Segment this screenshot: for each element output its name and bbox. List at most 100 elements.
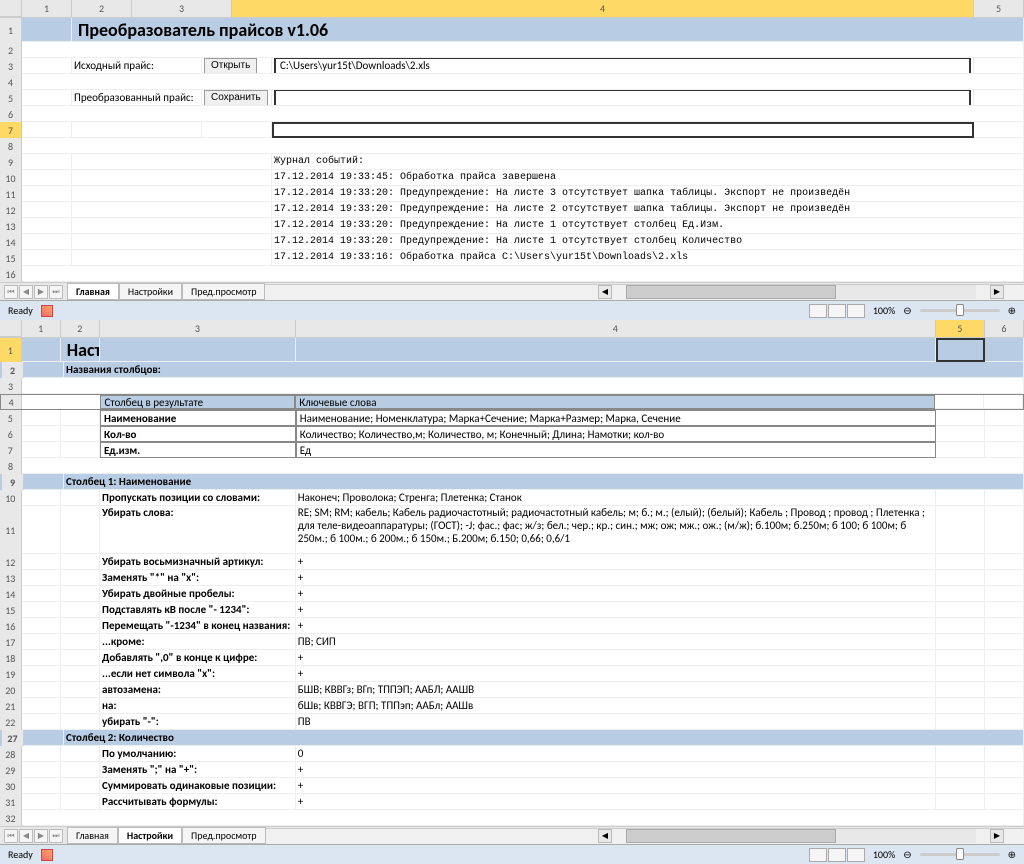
view-page-break-icon[interactable] bbox=[847, 304, 865, 318]
tab-last-icon[interactable]: ⏭ bbox=[49, 285, 63, 299]
view-normal-icon[interactable] bbox=[809, 304, 827, 318]
setting-value[interactable]: ПВ; СИП bbox=[296, 634, 936, 650]
setting-value[interactable]: + bbox=[296, 666, 936, 682]
section-col2: Столбец 2: Количество bbox=[64, 730, 1024, 746]
setting-value[interactable]: БШВ; КВВГз; ВГп; ТППЭП; ААБЛ; ААШВ bbox=[296, 682, 936, 698]
tab-prev-icon[interactable]: ◀ bbox=[19, 829, 33, 843]
app-title: Преобразователь прайсов v1.06 bbox=[74, 19, 328, 41]
table-row[interactable]: Наименование bbox=[100, 410, 296, 426]
h-scrollbar-bottom[interactable]: ◀ ▶ bbox=[266, 828, 1024, 844]
setting-label: Заменять "*" на "х": bbox=[100, 570, 296, 586]
view-page-layout-icon[interactable] bbox=[828, 848, 846, 862]
open-button[interactable]: Открыть bbox=[204, 58, 257, 74]
setting-value[interactable]: + bbox=[296, 570, 936, 586]
setting-value[interactable]: RE; SM; RM; кабель; Кабель радиочастотны… bbox=[296, 506, 936, 554]
row-header-6[interactable]: 6 bbox=[0, 106, 22, 122]
log-line: 17.12.2014 19:33:20: Предупреждение: На … bbox=[272, 234, 1024, 250]
setting-value[interactable]: + bbox=[296, 650, 936, 666]
view-page-break-icon[interactable] bbox=[847, 848, 865, 862]
table-row[interactable]: Кол-во bbox=[100, 426, 296, 442]
col-header-3[interactable]: 3 bbox=[132, 0, 232, 17]
zoom-out-icon[interactable]: ⊖ bbox=[903, 304, 911, 317]
row-header-1[interactable]: 1 bbox=[0, 18, 22, 42]
tab-next-icon[interactable]: ▶ bbox=[34, 829, 48, 843]
row-header-3[interactable]: 3 bbox=[0, 58, 22, 74]
zoom-in-icon[interactable]: ⊕ bbox=[1008, 304, 1016, 317]
col-header[interactable]: 4 bbox=[296, 320, 936, 337]
setting-value[interactable]: Наконеч; Проволока; Стренга; Плетенка; С… bbox=[296, 490, 936, 506]
tab-last-icon[interactable]: ⏭ bbox=[49, 829, 63, 843]
scroll-left-icon[interactable]: ◀ bbox=[598, 285, 612, 299]
column-headers-bottom: 1 2 3 4 5 6 bbox=[0, 320, 1024, 338]
row-header-8[interactable]: 8 bbox=[0, 138, 22, 154]
setting-value[interactable]: + bbox=[296, 586, 936, 602]
setting-value[interactable]: 0 bbox=[296, 746, 936, 762]
macro-record-icon[interactable] bbox=[41, 849, 53, 861]
col-header-2[interactable]: 2 bbox=[72, 0, 132, 17]
row-header-4[interactable]: 4 bbox=[0, 74, 22, 90]
col-header-4[interactable]: 4 bbox=[232, 0, 974, 17]
tab-first-icon[interactable]: ⏮ bbox=[4, 829, 18, 843]
log-line: 17.12.2014 19:33:20: Предупреждение: На … bbox=[272, 186, 1024, 202]
setting-value[interactable]: + bbox=[296, 794, 936, 810]
view-page-layout-icon[interactable] bbox=[828, 304, 846, 318]
scroll-thumb[interactable] bbox=[626, 829, 836, 843]
setting-value[interactable]: + bbox=[296, 602, 936, 618]
row-header-5[interactable]: 5 bbox=[0, 90, 22, 106]
col-header[interactable]: 5 bbox=[936, 320, 985, 337]
tab-main[interactable]: Главная bbox=[67, 827, 118, 844]
select-all-corner[interactable] bbox=[0, 0, 22, 17]
col-header[interactable]: 3 bbox=[100, 320, 296, 337]
tab-prev-icon[interactable]: ◀ bbox=[19, 285, 33, 299]
col-header[interactable]: 2 bbox=[61, 320, 100, 337]
zoom-slider[interactable] bbox=[920, 853, 1000, 856]
row-header-2[interactable]: 2 bbox=[0, 42, 22, 58]
setting-value[interactable]: ПВ bbox=[296, 714, 936, 730]
converted-path-input[interactable] bbox=[274, 90, 971, 106]
select-all-corner[interactable] bbox=[0, 320, 22, 337]
setting-label: Рассчитывать формулы: bbox=[100, 794, 296, 810]
setting-value[interactable]: + bbox=[296, 554, 936, 570]
source-path-input[interactable]: C:\Users\yur15t\Downloads\2.xls bbox=[274, 58, 971, 74]
col-header[interactable]: 1 bbox=[22, 320, 61, 337]
col-header[interactable]: 6 bbox=[985, 320, 1024, 337]
status-bar-top: Ready 100% ⊖ ⊕ bbox=[0, 300, 1024, 320]
setting-value[interactable]: + bbox=[296, 778, 936, 794]
row-header-7[interactable]: 7 bbox=[0, 122, 22, 138]
h-scrollbar-top[interactable]: ◀ ▶ bbox=[265, 284, 1024, 300]
tab-preview[interactable]: Пред.просмотр bbox=[182, 283, 265, 300]
macro-record-icon[interactable] bbox=[41, 305, 53, 317]
save-button[interactable]: Сохранить bbox=[204, 90, 268, 106]
setting-value[interactable]: бШв; КВВГЭ; ВГП; ТППэп; ААБл; ААШв bbox=[296, 698, 936, 714]
table-row[interactable]: Наименование; Номенклатура; Марка+Сечени… bbox=[296, 410, 936, 426]
zoom-in-icon[interactable]: ⊕ bbox=[1008, 848, 1016, 861]
scroll-left-icon[interactable]: ◀ bbox=[598, 829, 612, 843]
bottom-pane: 1 2 3 4 5 6 1 Настройки 2Названия столбц… bbox=[0, 320, 1024, 864]
zoom-slider[interactable] bbox=[920, 309, 1000, 312]
status-text: Ready bbox=[8, 304, 33, 317]
selected-cell-top[interactable] bbox=[272, 122, 974, 138]
tab-main[interactable]: Главная bbox=[67, 283, 119, 300]
table-row[interactable]: Количество; Количество,м; Количество, м;… bbox=[296, 426, 936, 442]
setting-label: ...если нет символа "х": bbox=[100, 666, 296, 682]
table-row[interactable]: Ед.изм. bbox=[100, 442, 296, 458]
view-normal-icon[interactable] bbox=[809, 848, 827, 862]
zoom-out-icon[interactable]: ⊖ bbox=[903, 848, 911, 861]
tab-first-icon[interactable]: ⏮ bbox=[4, 285, 18, 299]
scroll-right-icon[interactable]: ▶ bbox=[990, 829, 1004, 843]
table-row[interactable]: Ед bbox=[296, 442, 936, 458]
row-header-9[interactable]: 9 bbox=[0, 154, 22, 170]
setting-label: Суммировать одинаковые позиции: bbox=[100, 778, 296, 794]
tab-settings[interactable]: Настройки bbox=[118, 827, 182, 844]
setting-value[interactable]: + bbox=[296, 762, 936, 778]
scroll-right-icon[interactable]: ▶ bbox=[990, 285, 1004, 299]
tab-preview[interactable]: Пред.просмотр bbox=[182, 827, 265, 844]
col-header-1[interactable]: 1 bbox=[22, 0, 72, 17]
log-line: 17.12.2014 19:33:20: Предупреждение: На … bbox=[272, 202, 1024, 218]
tab-settings[interactable]: Настройки bbox=[119, 283, 182, 300]
selected-cell-bottom[interactable] bbox=[936, 338, 985, 362]
tab-next-icon[interactable]: ▶ bbox=[34, 285, 48, 299]
col-header-5[interactable]: 5 bbox=[974, 0, 1024, 17]
setting-value[interactable]: + bbox=[296, 618, 936, 634]
scroll-thumb[interactable] bbox=[626, 285, 836, 299]
